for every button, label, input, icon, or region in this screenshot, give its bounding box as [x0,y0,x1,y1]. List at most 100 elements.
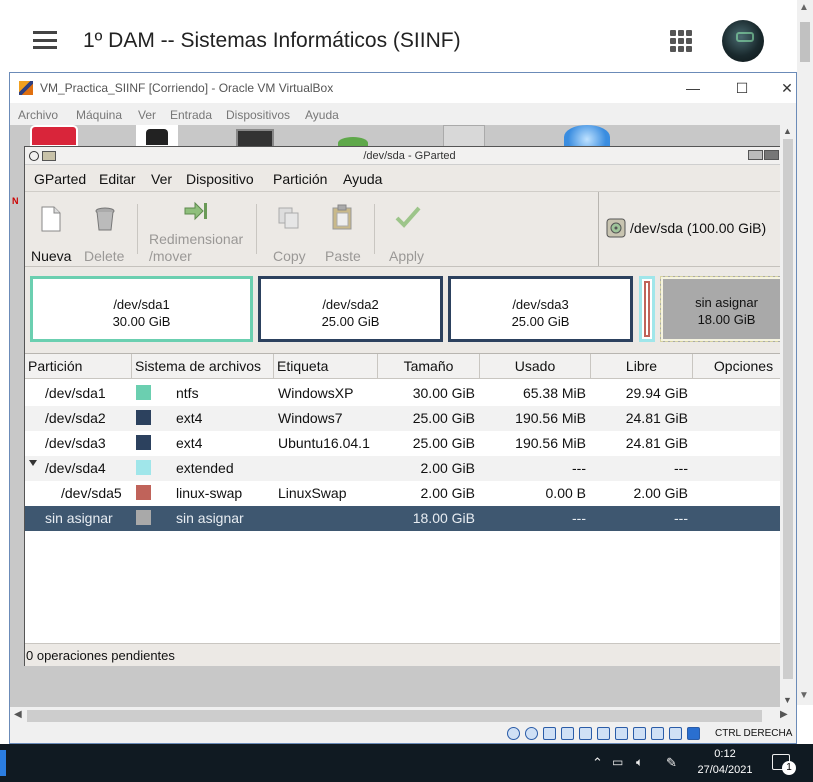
cell-partition: /dev/sda1 [45,385,106,401]
audio-status-icon[interactable] [543,727,556,740]
table-row[interactable]: /dev/sda2 ext4 Windows7 25.00 GiB 190.56 MiB… [25,406,794,431]
cell-free: 24.81 GiB [625,435,688,451]
pen-icon[interactable]: ✎ [666,755,677,771]
menu-entrada[interactable]: Entrada [170,108,212,122]
guest-vertical-scrollbar[interactable]: ▲ ▼ [780,125,796,707]
close-button[interactable]: ✕ [767,77,807,99]
usb-status-icon[interactable] [579,727,592,740]
fs-color-swatch [136,510,151,525]
scroll-right-icon[interactable]: ▶ [780,709,788,720]
course-title[interactable]: 1º DAM -- Sistemas Informáticos (SIINF) [83,29,461,53]
cell-partition: /dev/sda4 [45,460,106,476]
virtualbox-window: VM_Practica_SIINF [Corriendo] - Oracle V… [9,72,797,744]
column-opciones[interactable]: Opciones [693,354,794,379]
disk-map-sda2[interactable]: /dev/sda2 25.00 GiB [258,276,443,342]
minimize-button[interactable]: — [673,77,713,99]
notification-count-badge: 1 [782,761,796,775]
table-row[interactable]: /dev/sda3 ext4 Ubuntu16.04.1 25.00 GiB 190.5… [25,431,794,456]
disk-map-sda3[interactable]: /dev/sda3 25.00 GiB [448,276,633,342]
system-clock[interactable]: 0:12 27/04/2021 [690,746,760,778]
scroll-left-icon[interactable]: ◀ [14,709,22,720]
apps-grid-icon[interactable] [670,30,692,52]
column-libre[interactable]: Libre [591,354,693,379]
scroll-up-icon[interactable]: ▲ [783,126,792,136]
expander-triangle-icon[interactable] [29,460,37,466]
table-header: Partición Sistema de archivos Etiqueta T… [25,354,794,379]
optical-drive-status-icon[interactable] [525,727,538,740]
page-scrollbar[interactable]: ▲ ▼ [797,0,813,705]
column-particion[interactable]: Partición [25,354,132,379]
avatar[interactable] [722,20,764,62]
partition-table: Partición Sistema de archivos Etiqueta T… [25,353,794,643]
device-selector[interactable]: /dev/sda (100.00 GiB) [598,192,794,266]
table-row[interactable]: /dev/sda1 ntfs WindowsXP 30.00 GiB 65.38 MiB… [25,381,794,406]
network-icon[interactable]: ▭ [612,755,623,769]
column-sistema-archivos[interactable]: Sistema de archivos [132,354,274,379]
menu-gparted[interactable]: GParted [34,171,86,187]
new-button[interactable]: Nueva [29,192,79,266]
cell-filesystem: ntfs [176,385,199,401]
menu-editar[interactable]: Editar [99,171,136,187]
mouse-integration-icon[interactable] [687,727,700,740]
cell-free: --- [674,510,688,526]
video-capture-status-icon[interactable] [633,727,646,740]
horizontal-scroll-thumb[interactable] [27,710,762,722]
menu-ayuda[interactable]: Ayuda [343,171,382,187]
menu-particion[interactable]: Partición [273,171,327,187]
menu-icon[interactable] [33,31,57,49]
trash-icon [95,207,115,231]
delete-button[interactable]: Delete [81,192,133,266]
paste-button-label: Paste [325,248,361,264]
maximize-button[interactable]: ☐ [722,77,762,99]
menu-dispositivo[interactable]: Dispositivo [186,171,254,187]
scroll-down-icon[interactable]: ▼ [783,695,792,705]
apply-button[interactable]: Apply [383,192,433,266]
disk-map: /dev/sda1 30.00 GiB /dev/sda2 25.00 GiB … [25,267,794,351]
resize-move-button[interactable]: Redimensionar /mover [143,192,253,266]
guest-horizontal-scrollbar[interactable]: ◀ ▶ [10,707,796,725]
menu-ver[interactable]: Ver [138,108,156,122]
table-row[interactable]: /dev/sda4 extended 2.00 GiB --- --- [25,456,794,481]
disk-map-sda4-extended[interactable] [639,276,655,342]
paste-button[interactable]: Paste [319,192,367,266]
column-tamano[interactable]: Tamaño [378,354,480,379]
cpu-status-icon[interactable] [651,727,664,740]
partition-name: /dev/sda3 [512,297,569,312]
virtualbox-menubar: Archivo Máquina Ver Entrada Dispositivos… [10,103,796,125]
disk-map-sda5-swap[interactable] [644,281,650,337]
chevron-up-icon[interactable]: ⌃ [592,755,603,771]
guest-scroll-thumb[interactable] [783,139,793,679]
disk-map-sda1[interactable]: /dev/sda1 30.00 GiB [30,276,253,342]
display-status-icon[interactable] [615,727,628,740]
desktop-folder-icon[interactable] [443,125,485,147]
menu-maquina[interactable]: Máquina [76,108,122,122]
shared-folders-status-icon[interactable] [597,727,610,740]
desktop-shutdown-icon[interactable] [30,125,78,147]
copy-button-label: Copy [273,248,306,264]
maximize-button[interactable] [764,150,779,160]
volume-icon[interactable]: 🔈︎ [636,755,643,770]
gparted-menubar: GParted Editar Ver Dispositivo Partición… [25,165,794,191]
column-usado[interactable]: Usado [480,354,591,379]
virtualization-status-icon[interactable] [669,727,682,740]
scroll-down-icon[interactable]: ▼ [799,690,809,701]
table-row[interactable]: /dev/sda5 linux-swap LinuxSwap 2.00 GiB 0.00… [25,481,794,506]
network-status-icon[interactable] [561,727,574,740]
column-etiqueta[interactable]: Etiqueta [274,354,378,379]
menu-ayuda[interactable]: Ayuda [305,108,339,122]
desktop-camera-icon[interactable] [136,125,178,147]
disk-map-unallocated[interactable]: sin asignar 18.00 GiB [660,276,793,342]
menu-archivo[interactable]: Archivo [18,108,58,122]
menu-dispositivos[interactable]: Dispositivos [226,108,290,122]
menu-ver[interactable]: Ver [151,171,172,187]
gparted-window-title: /dev/sda - GParted [363,150,456,162]
scroll-up-icon[interactable]: ▲ [799,2,809,13]
virtualbox-window-title: VM_Practica_SIINF [Corriendo] - Oracle V… [40,81,334,95]
start-button[interactable] [0,750,6,776]
cell-partition: sin asignar [45,510,113,526]
scroll-thumb[interactable] [800,22,810,62]
minimize-button[interactable] [748,150,763,160]
hard-disk-status-icon[interactable] [507,727,520,740]
table-row[interactable]: sin asignar sin asignar 18.00 GiB --- --- [25,506,794,531]
copy-button[interactable]: Copy [265,192,313,266]
